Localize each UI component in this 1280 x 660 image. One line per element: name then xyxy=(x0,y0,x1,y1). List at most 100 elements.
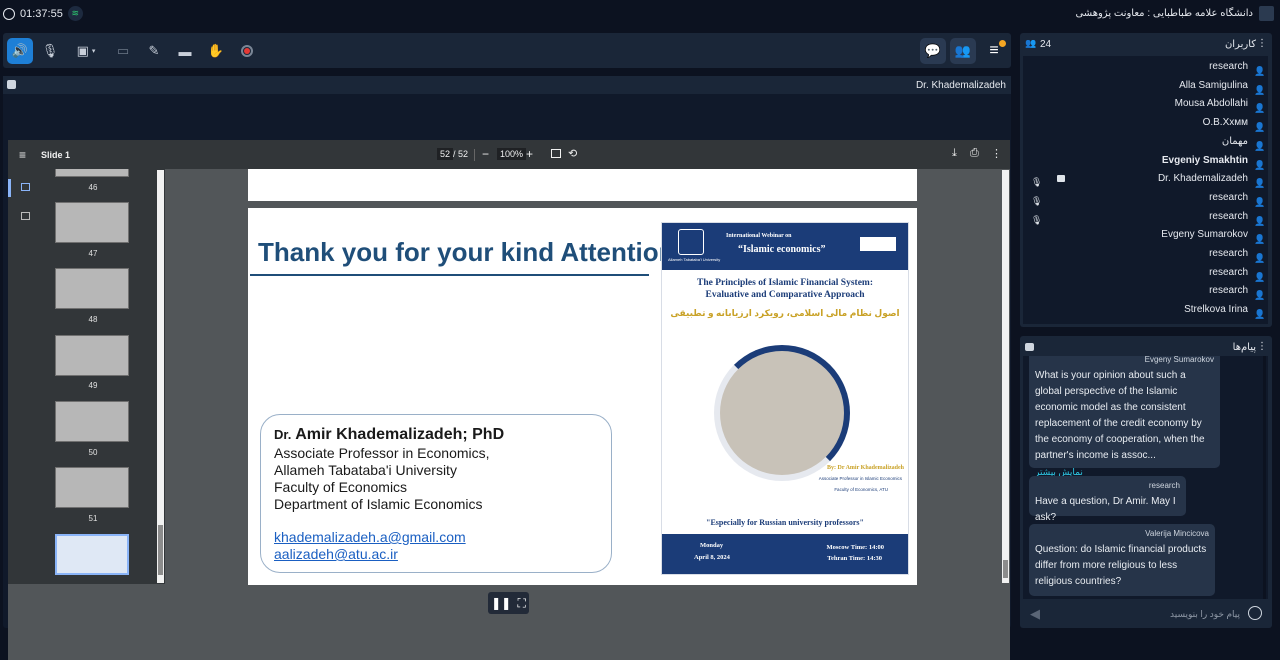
thumbnail-number: 51 xyxy=(88,514,98,523)
thumbnail-number: 50 xyxy=(88,448,98,457)
previous-page xyxy=(248,169,917,201)
stage-header: Dr. Khademalizadeh xyxy=(3,76,1011,94)
rotate-icon[interactable]: ⟲ xyxy=(568,147,577,160)
user-name: Strelkova Irina xyxy=(1184,304,1248,316)
mic-icon: 🎙 xyxy=(1031,177,1043,188)
chat-input[interactable]: پیام خود را بنویسید xyxy=(1170,609,1240,620)
print-icon[interactable]: ⎙ xyxy=(970,147,979,160)
user-row[interactable]: مهمان 👤 xyxy=(1023,133,1266,151)
pin-icon[interactable] xyxy=(7,80,16,89)
position-line: Associate Professor in Economics, xyxy=(274,445,490,461)
chat-scrollbar[interactable] xyxy=(1263,356,1266,599)
user-row[interactable]: research 👤 xyxy=(1023,245,1266,263)
email-link-atu[interactable]: aalizadeh@atu.ac.ir xyxy=(274,546,611,563)
thumbnail-list: 46 47 48 49 50 51 xyxy=(43,169,165,584)
chat-toggle-button[interactable]: 💬 xyxy=(920,38,946,64)
users-icon: 👥 xyxy=(954,43,972,58)
page-input[interactable]: 52 xyxy=(437,148,454,160)
thumbnail[interactable] xyxy=(55,467,129,508)
thumbnail[interactable] xyxy=(55,169,129,177)
user-row[interactable]: research 👤 xyxy=(1023,282,1266,300)
user-row[interactable]: Mousa Abdollahi 👤 xyxy=(1023,95,1266,113)
user-row[interactable]: Evgeny Sumarokov 👤 xyxy=(1023,226,1266,244)
users-toggle-button[interactable]: 👥 xyxy=(950,38,976,64)
top-bar: 01:37:55 ≋ دانشگاه علامه طباطبایی : معاو… xyxy=(0,0,1280,27)
thumbnail-scrollbar[interactable] xyxy=(157,170,164,583)
user-row[interactable]: research 👤 xyxy=(1023,264,1266,282)
email-link-gmail[interactable]: khademalizadeh.a@gmail.com xyxy=(274,529,611,546)
zoom-input[interactable]: 100% xyxy=(497,148,527,160)
camera-off-icon: ▣ xyxy=(76,43,89,58)
user-row[interactable]: Evgeniy Smakhtin 👤 xyxy=(1023,152,1266,170)
name-prefix: Dr. xyxy=(274,427,292,442)
faculty-logo xyxy=(860,237,896,251)
pdf-title: Slide 1 xyxy=(41,150,71,160)
user-icon: 👤 xyxy=(1254,215,1266,226)
camera-off-button[interactable]: ▣ ▾ xyxy=(68,38,104,64)
user-row[interactable]: research 👤 xyxy=(1023,58,1266,76)
emoji-icon[interactable] xyxy=(1248,606,1262,620)
camera-icon xyxy=(1057,175,1065,183)
menu-button[interactable]: ≡ xyxy=(981,38,1007,64)
session-timer: 01:37:55 xyxy=(20,7,63,20)
users-menu-icon[interactable]: ⋮ xyxy=(1257,38,1267,49)
whiteboard-button[interactable]: ✎ xyxy=(141,38,167,64)
thumbnails-tab-icon[interactable] xyxy=(8,179,11,197)
message-text: Have a question, Dr Amir. May I ask? xyxy=(1035,496,1176,523)
thumbnail-number: 48 xyxy=(88,315,98,324)
user-name: Alla Samigulina xyxy=(1179,79,1248,91)
thumbnail-current[interactable] xyxy=(55,534,129,575)
chat-header-icon xyxy=(1025,343,1034,351)
users-count-icon: 👥 xyxy=(1025,38,1037,48)
page-scrollbar[interactable] xyxy=(1002,170,1009,583)
zoom-in-button[interactable]: + xyxy=(526,147,533,161)
user-row[interactable]: Dr. Khademalizadeh 👤 🎙 xyxy=(1023,170,1266,188)
user-row[interactable]: research 👤 🎙 xyxy=(1023,189,1266,207)
message-sender: Evgeny Sumarokov xyxy=(1144,356,1214,364)
user-name: research xyxy=(1209,210,1248,222)
files-button[interactable]: ▬ xyxy=(172,38,198,64)
chat-message: Valerija Mincicova Question: do Islamic … xyxy=(1029,524,1215,596)
thumbnail[interactable] xyxy=(55,268,129,309)
raise-hand-button[interactable]: ✋ xyxy=(203,38,229,64)
user-name: Dr. Khademalizadeh xyxy=(1157,173,1248,185)
folder-icon: ▬ xyxy=(178,43,192,59)
mute-mic-button[interactable]: 🎙 xyxy=(37,38,63,64)
pdf-menu-icon[interactable]: ≡ xyxy=(19,148,26,162)
speaker-photo xyxy=(714,345,850,481)
user-icon: 👤 xyxy=(1254,271,1266,282)
speaker-button[interactable]: 🔊 xyxy=(7,38,33,64)
webinar-poster: Allameh Tabataba'i University Internatio… xyxy=(661,222,909,575)
thumbnail[interactable] xyxy=(55,401,129,442)
poster-special: "Especially for Russian university profe… xyxy=(706,518,864,527)
mic-icon: 🎙 xyxy=(1031,214,1043,225)
record-icon xyxy=(241,45,253,57)
user-row[interactable]: O.B.Xхмм 👤 xyxy=(1023,114,1266,132)
user-row[interactable]: Strelkova Irina 👤 xyxy=(1023,301,1266,319)
fullscreen-button[interactable]: ⛶ xyxy=(517,596,525,611)
pause-button[interactable]: ❚❚ xyxy=(491,596,511,610)
chevron-down-icon: ▾ xyxy=(91,48,96,55)
record-button[interactable] xyxy=(234,38,260,64)
network-signal-icon: ≋ xyxy=(67,6,83,21)
chat-menu-icon[interactable]: ⋮ xyxy=(1257,341,1267,352)
outline-icon[interactable] xyxy=(21,212,30,220)
send-icon[interactable]: ◀ xyxy=(1030,606,1040,622)
user-icon: 👤 xyxy=(1254,309,1266,320)
fit-page-icon[interactable] xyxy=(551,149,561,158)
user-row[interactable]: Alla Samigulina 👤 xyxy=(1023,77,1266,95)
user-icon: 👤 xyxy=(1254,103,1266,114)
poster-day: Monday xyxy=(700,542,724,549)
user-row[interactable]: research 👤 🎙 xyxy=(1023,208,1266,226)
user-icon: 👤 xyxy=(1254,290,1266,301)
share-screen-button[interactable]: ▭ xyxy=(110,38,136,64)
more-vert-icon[interactable]: ⋮ xyxy=(991,147,1002,160)
screen-share-icon: ▭ xyxy=(116,43,130,58)
mic-icon: 🎙 xyxy=(1031,195,1043,206)
thumbnail[interactable] xyxy=(55,335,129,376)
download-icon[interactable]: ⤓ xyxy=(952,147,957,160)
user-icon: 👤 xyxy=(1254,196,1266,207)
thumbnail[interactable] xyxy=(55,202,129,243)
zoom-out-button[interactable]: − xyxy=(482,147,489,161)
image-icon[interactable] xyxy=(21,183,30,191)
